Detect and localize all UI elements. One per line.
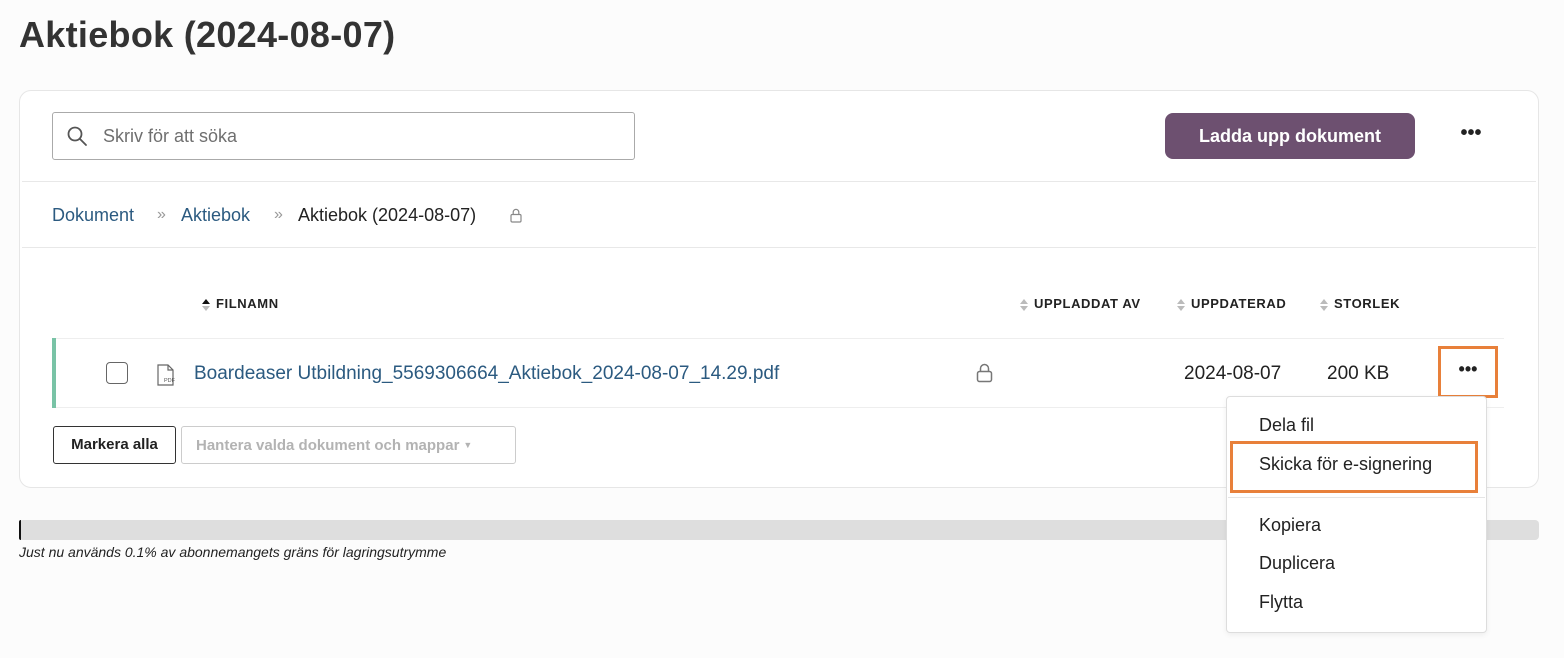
breadcrumb-link-dokument[interactable]: Dokument (52, 205, 134, 226)
sort-icon (1320, 298, 1328, 311)
upload-document-button[interactable]: Ladda upp dokument (1165, 113, 1415, 159)
column-header-uploaded-by[interactable]: UPPLADDAT AV (1020, 296, 1141, 311)
cell-updated: 2024-08-07 (1184, 363, 1282, 384)
highlight-box (1230, 441, 1478, 493)
column-header-filename[interactable]: FILNAMN (202, 296, 279, 311)
breadcrumb-link-aktiebok[interactable]: Aktiebok (181, 205, 250, 226)
sort-icon (1020, 298, 1028, 311)
menu-item-move[interactable]: Flytta (1259, 592, 1303, 613)
pdf-label: PDF (164, 378, 176, 384)
row-accent-bar (52, 338, 56, 408)
more-options-icon[interactable]: ••• (1456, 123, 1486, 148)
breadcrumb-current: Aktiebok (2024-08-07) (298, 205, 477, 225)
file-name-link[interactable]: Boardeaser Utbildning_5569306664_Aktiebo… (194, 363, 779, 385)
select-all-button[interactable]: Markera alla (53, 426, 176, 464)
manage-selected-dropdown[interactable]: Hantera valda dokument och mappar ▼ (181, 426, 516, 464)
breadcrumb-separator-icon: » (157, 206, 166, 223)
lock-icon (510, 208, 522, 223)
manage-selected-label: Hantera valda dokument och mappar (196, 437, 460, 454)
sort-icon (1177, 298, 1185, 311)
column-header-label: UPPDATERAD (1191, 296, 1287, 311)
menu-divider (1228, 497, 1485, 498)
column-header-size[interactable]: STORLEK (1320, 296, 1400, 311)
sort-ascending-icon (202, 298, 210, 311)
column-header-label: STORLEK (1334, 296, 1401, 311)
search-input[interactable] (103, 122, 603, 150)
column-header-updated[interactable]: UPPDATERAD (1177, 296, 1286, 311)
row-more-options-button[interactable]: ••• (1438, 346, 1498, 398)
menu-item-copy[interactable]: Kopiera (1259, 515, 1321, 536)
row-checkbox[interactable] (106, 362, 128, 384)
caret-down-icon: ▼ (463, 440, 473, 450)
pdf-file-icon: PDF (157, 364, 176, 386)
breadcrumb-separator-icon: » (274, 206, 283, 223)
divider (22, 247, 1536, 248)
lock-icon (976, 363, 993, 383)
column-header-label: UPPLADDAT AV (1034, 296, 1141, 311)
menu-item-duplicate[interactable]: Duplicera (1259, 553, 1335, 574)
storage-usage-fill (19, 520, 21, 540)
page-title: Aktiebok (2024-08-07) (19, 14, 396, 55)
storage-usage-text: Just nu används 0.1% av abonnemangets gr… (19, 544, 447, 560)
divider (22, 181, 1536, 182)
menu-item-share-file[interactable]: Dela fil (1259, 415, 1314, 436)
column-header-label: FILNAMN (216, 296, 279, 311)
cell-size: 200 KB (1327, 363, 1390, 384)
search-icon (67, 126, 87, 146)
